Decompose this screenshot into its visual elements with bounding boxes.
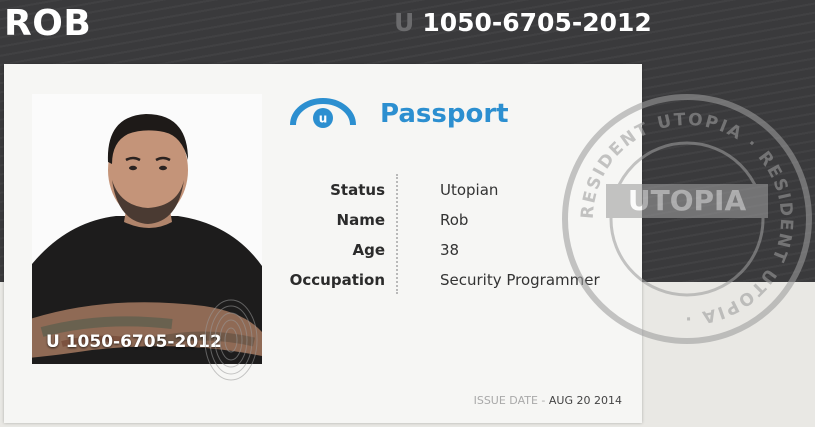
resident-name-heading: ROB	[4, 3, 92, 44]
resident-utopia-stamp: RESIDENT UTOPIA · RESIDENT UTOPIA · UTOP…	[562, 94, 812, 344]
id-number: 1050-6705-2012	[422, 8, 652, 37]
utopia-logo-icon: u	[290, 98, 356, 128]
stamp-center-text: UTOPIA	[628, 184, 747, 217]
field-row-age: Age 38	[4, 235, 642, 265]
issue-date-separator: -	[541, 394, 546, 407]
field-value: Rob	[440, 211, 469, 229]
field-value: Utopian	[440, 181, 499, 199]
id-prefix: U	[394, 8, 415, 37]
svg-text:u: u	[319, 112, 328, 126]
field-label: Status	[330, 181, 385, 199]
photo-id-caption: U 1050-6705-2012	[46, 332, 222, 352]
field-label: Name	[336, 211, 385, 229]
fingerprint-icon	[204, 299, 258, 381]
issue-date: ISSUE DATE - AUG 20 2014	[474, 394, 622, 407]
issue-date-label: ISSUE DATE	[473, 394, 538, 407]
field-row-name: Name Rob	[4, 205, 642, 235]
field-label: Age	[352, 241, 385, 259]
issue-date-value: AUG 20 2014	[548, 394, 622, 407]
passport-title: Passport	[380, 99, 509, 129]
field-row-status: Status Utopian	[4, 175, 642, 205]
resident-id-heading: U 1050-6705-2012	[394, 4, 652, 42]
field-value: 38	[440, 241, 460, 259]
field-label: Occupation	[289, 271, 385, 289]
passport-card: U 1050-6705-2012 u Passport Status Utopi…	[4, 64, 812, 423]
field-row-occupation: Occupation Security Programmer	[4, 265, 642, 295]
